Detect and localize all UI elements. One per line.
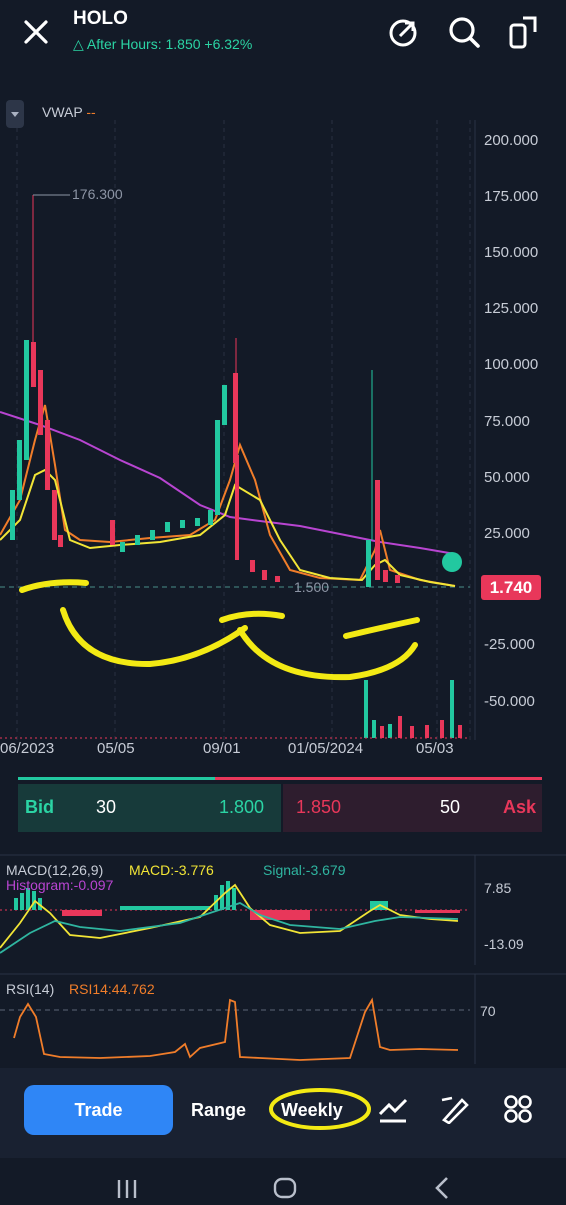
price-axis-label: 200.000 [484, 132, 539, 149]
indicators-icon [378, 1098, 408, 1123]
rotate-screen-icon [509, 16, 537, 49]
drawing-tools-button[interactable] [440, 1094, 472, 1129]
macd-signal-value: Signal:-3.679 [263, 862, 346, 878]
bid-label: Bid [25, 797, 54, 817]
ask-size: 50 [440, 797, 461, 817]
ask-strength-bar [215, 777, 542, 780]
indicators-button[interactable] [378, 1094, 410, 1129]
rsi-title: RSI(14) [6, 981, 55, 997]
share-button[interactable] [386, 14, 422, 50]
rotate-screen-button[interactable] [505, 14, 541, 50]
high-price-label: 176.300 [72, 186, 123, 202]
price-chart[interactable] [0, 80, 566, 760]
price-axis-label: 125.000 [484, 300, 539, 317]
macd-value: MACD:-3.776 [129, 862, 214, 878]
macd-histogram-value: Histogram:-0.097 [6, 877, 114, 893]
date-axis-label: 05/05 [97, 740, 135, 757]
search-icon [449, 17, 480, 48]
price-axis-label: 150.000 [484, 244, 539, 261]
bid-strength-bar [18, 777, 215, 780]
macd-axis-bottom: -13.09 [484, 936, 524, 952]
ema-orange-line [0, 404, 456, 587]
price-axis-label: 175.000 [484, 188, 539, 205]
ask-label: Ask [503, 797, 537, 817]
date-axis-label: 01/05/2024 [288, 740, 364, 757]
rsi-line [13, 997, 459, 1061]
indicator-dropdown-button[interactable] [6, 100, 24, 128]
rsi-level-label: 70 [480, 1003, 496, 1019]
price-axis-label: -50.000 [484, 693, 535, 710]
recent-apps-icon [117, 1180, 137, 1198]
price-axis-label: 25.000 [484, 525, 530, 542]
hand-drawn-circle [269, 1088, 371, 1130]
vwap-label: VWAP [42, 104, 83, 120]
bid-price: 1.800 [219, 797, 265, 817]
price-axis-label: -25.000 [484, 636, 535, 653]
low-price-label: 1.500 [294, 579, 330, 595]
last-price-badge: 1.740 [481, 575, 541, 600]
price-axis-label: 100.000 [484, 356, 539, 373]
recent-apps-button[interactable] [115, 1176, 139, 1205]
grid-icon [504, 1095, 532, 1123]
symbol-title: HOLO [73, 8, 128, 29]
home-button[interactable] [272, 1176, 298, 1205]
home-icon [273, 1177, 297, 1199]
date-axis-label: 06/2023 [0, 740, 55, 757]
hand-drawn-annotations [19, 579, 420, 681]
vwap-value: -- [86, 104, 96, 120]
candlesticks [10, 195, 400, 587]
macd-title: MACD(12,26,9) [6, 862, 104, 878]
share-icon [389, 19, 417, 47]
rsi-value: RSI14:44.762 [69, 981, 155, 997]
pen-icon [441, 1096, 469, 1125]
range-button[interactable]: Range [191, 1100, 246, 1121]
chevron-down-icon [11, 112, 19, 117]
bid-size: 30 [96, 797, 117, 817]
ask-price: 1.850 [296, 797, 342, 817]
price-axis-label: 50.000 [484, 469, 530, 486]
back-button[interactable] [432, 1176, 452, 1205]
more-menu-button[interactable] [503, 1094, 533, 1129]
search-button[interactable] [446, 14, 482, 50]
trade-button[interactable]: Trade [24, 1085, 173, 1135]
moon-icon: △ [73, 36, 84, 52]
back-icon [435, 1177, 448, 1199]
close-button[interactable] [18, 14, 54, 50]
last-price-dot [442, 552, 462, 572]
after-hours-status: △ After Hours: 1.850 +6.32% [73, 36, 252, 53]
volume-bars [364, 680, 462, 738]
price-axis-label: 75.000 [484, 413, 530, 430]
vwap-toggle[interactable]: VWAP -- [42, 104, 96, 120]
close-icon [24, 20, 48, 44]
date-axis-label: 05/03 [416, 740, 454, 757]
after-hours-text: After Hours: 1.850 +6.32% [86, 36, 253, 52]
macd-axis-top: 7.85 [484, 880, 512, 896]
date-axis-label: 09/01 [203, 740, 241, 757]
